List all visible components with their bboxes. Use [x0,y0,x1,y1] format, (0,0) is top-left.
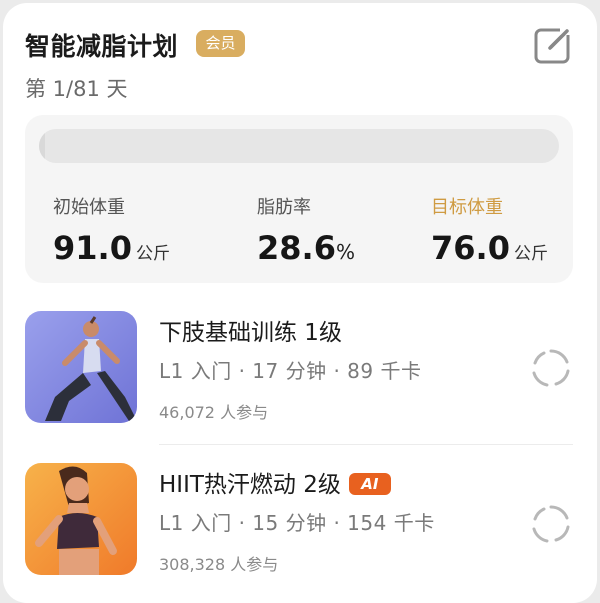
stat-target-weight: 目标体重 76.0 公斤 [431,193,548,267]
stat-value: 91.0 [53,229,132,267]
stat-unit: % [335,240,355,264]
list-divider [159,444,573,445]
course-participants: 308,328 人参与 [159,555,279,574]
stat-label: 目标体重 [431,197,503,218]
fat-loss-plan-card: 智能减脂计划 会员 第 1/81 天 初始体重 91.0 公斤 脂肪率 28.6%… [3,3,597,603]
stat-unit: 公斤 [135,244,170,264]
course-thumbnail-image [25,311,137,423]
stat-value: 76.0 [431,229,510,267]
course-title: HIIT热汗燃动 2级 AI [159,465,391,499]
stat-label: 脂肪率 [257,197,311,218]
stat-label: 初始体重 [53,197,125,218]
course-item-lower-body[interactable]: 下肢基础训练 1级 L1 入门 · 17 分钟 · 89 千卡 46,072 人… [25,311,573,431]
course-item-hiit[interactable]: HIIT热汗燃动 2级 AI L1 入门 · 15 分钟 · 154 千卡 308… [25,463,573,583]
sync-icon[interactable] [530,503,572,545]
ai-badge: AI [348,473,391,495]
sync-icon[interactable] [530,347,572,389]
edit-icon[interactable] [533,25,573,65]
member-badge: 会员 [196,30,245,57]
course-meta: L1 入门 · 15 分钟 · 154 千卡 [159,511,435,535]
stat-initial-weight: 初始体重 91.0 公斤 [53,193,170,267]
course-title: 下肢基础训练 1级 [159,320,342,346]
course-title-text: HIIT热汗燃动 2级 [159,472,341,498]
course-thumbnail-image [25,463,137,575]
stat-unit: 公斤 [513,244,548,264]
stat-body-fat: 脂肪率 28.6% [257,193,355,267]
plan-title: 智能减脂计划 [25,32,179,61]
weight-stats-panel: 初始体重 91.0 公斤 脂肪率 28.6% 目标体重 76.0 公斤 [25,115,573,283]
course-participants: 46,072 人参与 [159,403,269,422]
plan-progress-bar [39,129,559,163]
day-progress-text: 第 1/81 天 [25,77,128,101]
plan-progress-fill [39,129,46,163]
stat-value: 28.6 [257,229,336,267]
course-meta: L1 入门 · 17 分钟 · 89 千卡 [159,359,422,383]
